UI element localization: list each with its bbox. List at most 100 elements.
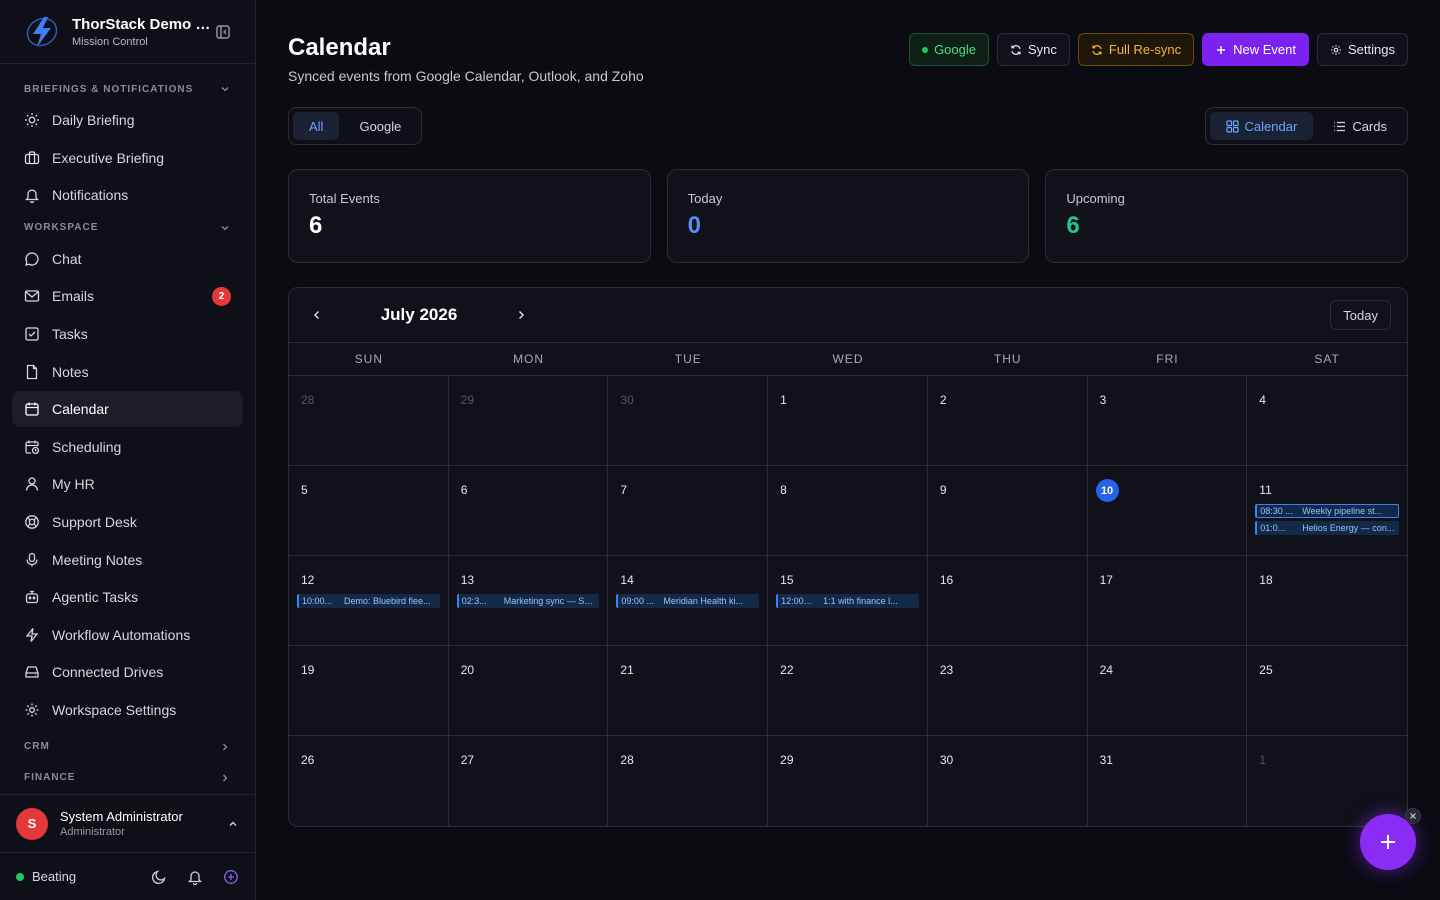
calendar-event[interactable]: 02:3... Marketing sync — Se... (456, 594, 600, 608)
event-time: 09:00 ... (621, 596, 654, 606)
day-cell[interactable]: 8 (768, 466, 928, 556)
sidebar-item-support-desk[interactable]: Support Desk (12, 504, 243, 540)
sidebar-item-workflow-automations[interactable]: Workflow Automations (12, 617, 243, 653)
day-cell[interactable]: 24 (1087, 646, 1248, 736)
day-cell[interactable]: 20 (448, 646, 609, 736)
day-cell[interactable]: 4 (1247, 376, 1407, 466)
sidebar-item-notes[interactable]: Notes (12, 354, 243, 390)
day-cell[interactable]: 29 (448, 376, 609, 466)
day-cell[interactable]: 28 (608, 736, 769, 826)
day-cell[interactable]: 2 (927, 376, 1088, 466)
section-finance[interactable]: FINANCE (12, 765, 243, 791)
day-number: 30 (620, 393, 634, 407)
sidebar-item-agentic-tasks[interactable]: Agentic Tasks (12, 579, 243, 615)
sidebar-item-calendar[interactable]: Calendar (12, 391, 243, 428)
day-cell[interactable]: 23 (927, 646, 1088, 736)
day-cell[interactable]: 5 (289, 466, 449, 556)
day-cell[interactable]: 12 10:00... Demo: Bluebird flee... (289, 556, 449, 646)
day-cell[interactable]: 31 (1088, 736, 1248, 826)
weekday-label: SAT (1314, 352, 1340, 366)
day-cell[interactable]: 21 (608, 646, 769, 736)
sidebar-item-workspace-settings[interactable]: Workspace Settings (12, 692, 243, 728)
sidebar-item-emails[interactable]: Emails 2 (12, 278, 243, 314)
day-cell[interactable]: 25 (1247, 646, 1407, 736)
connected-dot-icon (922, 46, 929, 53)
section-crm[interactable]: CRM (12, 734, 243, 760)
section-briefings[interactable]: BRIEFINGS & NOTIFICATIONS (12, 76, 243, 102)
prev-month-button[interactable] (305, 303, 329, 327)
day-cell[interactable]: 29 (768, 736, 928, 826)
dismiss-fab-button[interactable] (1405, 808, 1421, 824)
stat-upcoming: Upcoming 6 (1045, 169, 1409, 263)
day-cell[interactable]: 30 (608, 376, 769, 466)
view-calendar[interactable]: Calendar (1209, 112, 1314, 140)
day-cell[interactable]: 18 (1247, 556, 1407, 646)
view-cards[interactable]: Cards (1317, 112, 1403, 140)
sidebar-item-chat[interactable]: Chat (12, 241, 243, 277)
calendar-event[interactable]: 10:00... Demo: Bluebird flee... (297, 594, 440, 608)
day-number: 11 (1259, 483, 1272, 497)
day-cell[interactable]: 11 08:30 ... Weekly pipeline st... 01:0... H… (1247, 466, 1407, 556)
new-event-button[interactable]: New Event (1202, 33, 1310, 66)
sidebar-item-scheduling[interactable]: Scheduling (12, 429, 243, 465)
day-number: 19 (301, 663, 315, 677)
filter-all[interactable]: All (293, 112, 340, 140)
calendar-event[interactable]: 12:00 p.... 1:1 with finance l... (776, 594, 919, 608)
bell-icon[interactable] (187, 869, 203, 885)
chevron-right-icon (223, 743, 228, 751)
brand-title: ThorStack Demo C... (72, 15, 214, 33)
day-cell[interactable]: 17 (1087, 556, 1248, 646)
event-time: 02:3... (461, 596, 487, 606)
google-connected-button[interactable]: Google (909, 33, 989, 66)
day-cell[interactable]: 16 (927, 556, 1088, 646)
day-cell[interactable]: 30 (928, 736, 1088, 826)
day-cell[interactable]: 22 (768, 646, 928, 736)
day-number: 4 (1259, 393, 1266, 407)
sidebar-item-connected-drives[interactable]: Connected Drives (12, 654, 243, 690)
sidebar-item-executive-briefing[interactable]: Executive Briefing (12, 140, 243, 176)
moon-icon[interactable] (151, 869, 167, 885)
day-cell[interactable]: 15 12:00 p.... 1:1 with finance l... (768, 556, 928, 646)
hard-drive-icon (25, 666, 39, 678)
next-month-button[interactable] (509, 303, 533, 327)
day-cell[interactable]: 1 (1247, 736, 1407, 826)
settings-button[interactable]: Settings (1317, 33, 1408, 66)
status-dot (16, 872, 24, 881)
weekday-label: TUE (674, 352, 702, 366)
sidebar-nav: BRIEFINGS & NOTIFICATIONS Daily Briefing… (0, 64, 255, 794)
sync-button[interactable]: Sync (996, 33, 1070, 66)
chevron-right-icon (223, 774, 228, 782)
event-title: Demo: Bluebird flee... (344, 596, 431, 606)
day-cell[interactable]: 14 09:00 ... Meridian Health ki... (608, 556, 769, 646)
source-filter: All Google (288, 107, 423, 145)
day-cell[interactable]: 3 (1087, 376, 1248, 466)
day-cell[interactable]: 6 (448, 466, 609, 556)
calendar-event[interactable]: 09:00 ... Meridian Health ki... (616, 594, 760, 608)
day-cell[interactable]: 28 (289, 376, 449, 466)
sidebar-item-notifications[interactable]: Notifications (12, 177, 243, 213)
calendar-event[interactable]: 01:0... Helios Energy — con... (1255, 521, 1399, 535)
day-cell[interactable]: 9 (927, 466, 1088, 556)
sidebar-item-meeting-notes[interactable]: Meeting Notes (12, 542, 243, 578)
event-time: 01:0... (1260, 523, 1286, 533)
full-resync-button[interactable]: Full Re-sync (1077, 33, 1195, 66)
sidebar-item-daily-briefing[interactable]: Daily Briefing (12, 102, 243, 138)
day-cell[interactable]: 26 (289, 736, 449, 826)
sidebar-item-my-hr[interactable]: My HR (12, 466, 243, 502)
page-header: Calendar Synced events from Google Calen… (288, 32, 1408, 84)
sidebar-item-tasks[interactable]: Tasks (12, 316, 243, 352)
calendar-event[interactable]: 08:30 ... Weekly pipeline st... (1255, 504, 1399, 518)
collapse-sidebar-icon[interactable] (215, 24, 231, 40)
day-cell[interactable]: 13 02:3... Marketing sync — Se... (448, 556, 609, 646)
day-cell[interactable]: 19 (289, 646, 449, 736)
month-label: July 2026 (380, 305, 458, 324)
user-menu[interactable]: S System Administrator Administrator (0, 794, 255, 852)
day-cell[interactable]: 10 (1087, 466, 1248, 556)
day-cell[interactable]: 27 (449, 736, 609, 826)
section-workspace[interactable]: WORKSPACE (12, 215, 243, 241)
plus-circle-icon[interactable] (223, 869, 239, 885)
today-button[interactable]: Today (1330, 300, 1391, 330)
day-cell[interactable]: 1 (768, 376, 928, 466)
day-cell[interactable]: 7 (608, 466, 769, 556)
filter-google[interactable]: Google (343, 112, 417, 140)
